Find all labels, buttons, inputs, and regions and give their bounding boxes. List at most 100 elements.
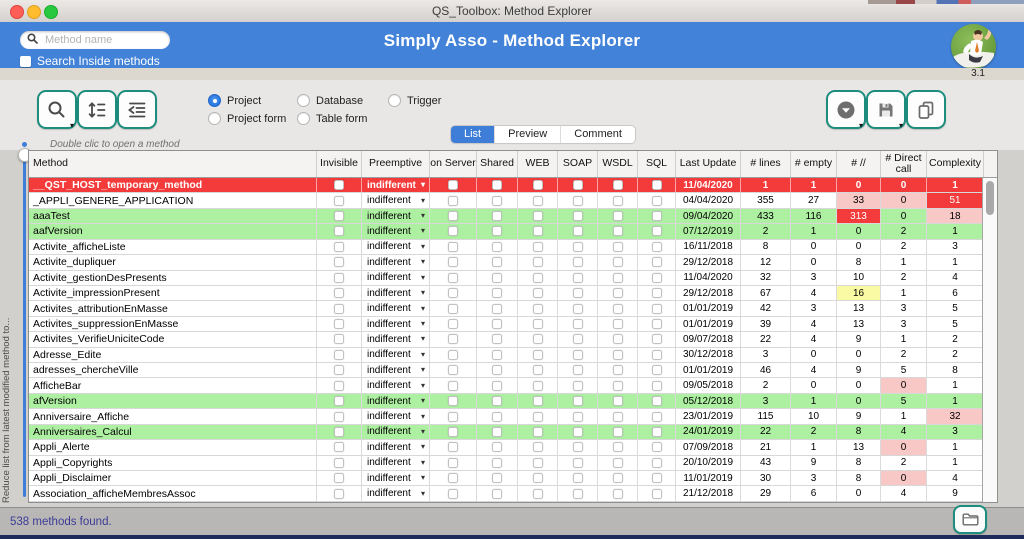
radio-trigger[interactable]: Trigger <box>388 94 441 107</box>
web-checkbox[interactable] <box>533 381 543 391</box>
web-checkbox[interactable] <box>533 211 543 221</box>
search-tool-button[interactable]: ▾ <box>37 90 77 129</box>
wsdl-checkbox[interactable] <box>613 257 623 267</box>
on-server-checkbox[interactable] <box>448 288 458 298</box>
wsdl-checkbox[interactable] <box>613 396 623 406</box>
table-row[interactable]: Activite_impressionPresent indifferent▾ … <box>29 286 982 301</box>
sql-checkbox[interactable] <box>652 427 662 437</box>
tab-preview[interactable]: Preview <box>495 126 561 143</box>
on-server-checkbox[interactable] <box>448 396 458 406</box>
radio-database[interactable]: Database <box>297 94 367 107</box>
web-checkbox[interactable] <box>533 442 543 452</box>
sql-checkbox[interactable] <box>652 273 662 283</box>
on-server-checkbox[interactable] <box>448 257 458 267</box>
sql-checkbox[interactable] <box>652 242 662 252</box>
web-checkbox[interactable] <box>533 458 543 468</box>
shared-checkbox[interactable] <box>492 334 502 344</box>
shared-checkbox[interactable] <box>492 442 502 452</box>
invisible-checkbox[interactable] <box>334 396 344 406</box>
sql-checkbox[interactable] <box>652 412 662 422</box>
radio-project[interactable]: Project <box>208 94 286 107</box>
col-invisible[interactable]: Invisible <box>317 151 362 177</box>
invisible-checkbox[interactable] <box>334 196 344 206</box>
soap-checkbox[interactable] <box>573 273 583 283</box>
invisible-checkbox[interactable] <box>334 458 344 468</box>
soap-checkbox[interactable] <box>573 365 583 375</box>
invisible-checkbox[interactable] <box>334 273 344 283</box>
on-server-checkbox[interactable] <box>448 350 458 360</box>
col-wsdl[interactable]: WSDL <box>598 151 638 177</box>
shared-checkbox[interactable] <box>492 242 502 252</box>
invisible-checkbox[interactable] <box>334 365 344 375</box>
preemptive-dropdown[interactable]: indifferent▾ <box>362 363 430 377</box>
shared-checkbox[interactable] <box>492 396 502 406</box>
preemptive-dropdown[interactable]: indifferent▾ <box>362 271 430 285</box>
soap-checkbox[interactable] <box>573 381 583 391</box>
soap-checkbox[interactable] <box>573 226 583 236</box>
invisible-checkbox[interactable] <box>334 412 344 422</box>
shared-checkbox[interactable] <box>492 489 502 499</box>
wsdl-checkbox[interactable] <box>613 412 623 422</box>
tab-list[interactable]: List <box>451 126 495 143</box>
preemptive-dropdown[interactable]: indifferent▾ <box>362 209 430 223</box>
preemptive-dropdown[interactable]: indifferent▾ <box>362 178 430 192</box>
soap-checkbox[interactable] <box>573 473 583 483</box>
sql-checkbox[interactable] <box>652 180 662 190</box>
shared-checkbox[interactable] <box>492 304 502 314</box>
on-server-checkbox[interactable] <box>448 365 458 375</box>
web-checkbox[interactable] <box>533 427 543 437</box>
preemptive-dropdown[interactable]: indifferent▾ <box>362 440 430 454</box>
on-server-checkbox[interactable] <box>448 196 458 206</box>
radio-button[interactable] <box>388 94 401 107</box>
shared-checkbox[interactable] <box>492 196 502 206</box>
col-sql[interactable]: SQL <box>638 151 676 177</box>
wsdl-checkbox[interactable] <box>613 319 623 329</box>
col-empty[interactable]: # empty <box>791 151 837 177</box>
table-row[interactable]: Association_afficheMembresAssoc indiffer… <box>29 486 982 501</box>
invisible-checkbox[interactable] <box>334 381 344 391</box>
shared-checkbox[interactable] <box>492 412 502 422</box>
table-row[interactable]: Adresse_Edite indifferent▾ 30/12/2018 3 … <box>29 348 982 363</box>
soap-checkbox[interactable] <box>573 489 583 499</box>
web-checkbox[interactable] <box>533 304 543 314</box>
shared-checkbox[interactable] <box>492 211 502 221</box>
preemptive-dropdown[interactable]: indifferent▾ <box>362 409 430 423</box>
radio-table-form[interactable]: Table form <box>297 112 367 125</box>
preemptive-dropdown[interactable]: indifferent▾ <box>362 332 430 346</box>
table-row[interactable]: Anniversaire_Affiche indifferent▾ 23/01/… <box>29 409 982 424</box>
table-row[interactable]: Appli_Copyrights indifferent▾ 20/10/2019… <box>29 456 982 471</box>
on-server-checkbox[interactable] <box>448 226 458 236</box>
sql-checkbox[interactable] <box>652 473 662 483</box>
shared-checkbox[interactable] <box>492 350 502 360</box>
radio-button[interactable] <box>297 94 310 107</box>
table-row[interactable]: Activites_suppressionEnMasse indifferent… <box>29 317 982 332</box>
radio-project-form[interactable]: Project form <box>208 112 286 125</box>
table-row[interactable]: afVersion indifferent▾ 05/12/2018 3 1 0 … <box>29 394 982 409</box>
web-checkbox[interactable] <box>533 365 543 375</box>
shared-checkbox[interactable] <box>492 257 502 267</box>
soap-checkbox[interactable] <box>573 396 583 406</box>
table-scrollbar[interactable] <box>982 178 997 502</box>
preemptive-dropdown[interactable]: indifferent▾ <box>362 425 430 439</box>
sql-checkbox[interactable] <box>652 334 662 344</box>
table-row[interactable]: Activites_VerifieUniciteCode indifferent… <box>29 332 982 347</box>
sql-checkbox[interactable] <box>652 226 662 236</box>
preemptive-dropdown[interactable]: indifferent▾ <box>362 286 430 300</box>
sql-checkbox[interactable] <box>652 211 662 221</box>
preemptive-dropdown[interactable]: indifferent▾ <box>362 224 430 238</box>
radio-button[interactable] <box>208 94 221 107</box>
preemptive-dropdown[interactable]: indifferent▾ <box>362 348 430 362</box>
wsdl-checkbox[interactable] <box>613 180 623 190</box>
invisible-checkbox[interactable] <box>334 489 344 499</box>
web-checkbox[interactable] <box>533 257 543 267</box>
invisible-checkbox[interactable] <box>334 473 344 483</box>
shared-checkbox[interactable] <box>492 365 502 375</box>
invisible-checkbox[interactable] <box>334 334 344 344</box>
soap-checkbox[interactable] <box>573 211 583 221</box>
wsdl-checkbox[interactable] <box>613 196 623 206</box>
on-server-checkbox[interactable] <box>448 412 458 422</box>
wsdl-checkbox[interactable] <box>613 381 623 391</box>
wsdl-checkbox[interactable] <box>613 334 623 344</box>
shared-checkbox[interactable] <box>492 427 502 437</box>
on-server-checkbox[interactable] <box>448 489 458 499</box>
